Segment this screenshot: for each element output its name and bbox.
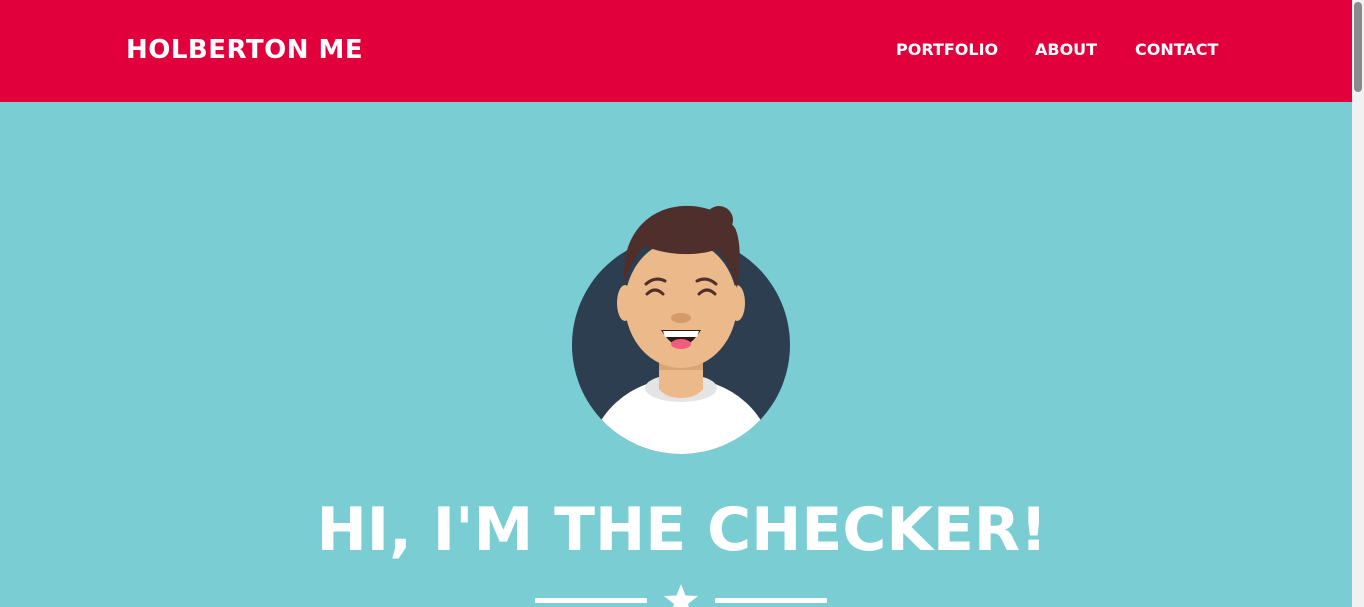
nav-link-portfolio[interactable]: PORTFOLIO [896, 40, 998, 60]
star-icon [664, 584, 698, 607]
divider-line-right [715, 598, 827, 603]
brand-logo-link[interactable]: HOLBERTON ME [126, 34, 363, 66]
nav-link-about[interactable]: ABOUT [1035, 40, 1097, 60]
hero-title: HI, I'M THE CHECKER! [316, 495, 1048, 565]
divider-line-left [535, 598, 647, 603]
nav-link-contact[interactable]: CONTACT [1135, 40, 1218, 60]
navbar: HOLBERTON ME PORTFOLIO ABOUT CONTACT [0, 0, 1352, 102]
scrollbar[interactable] [1352, 0, 1364, 607]
page: HOLBERTON ME PORTFOLIO ABOUT CONTACT HI,… [0, 0, 1364, 607]
avatar-image [572, 205, 790, 454]
scrollbar-thumb[interactable] [1354, 2, 1362, 92]
